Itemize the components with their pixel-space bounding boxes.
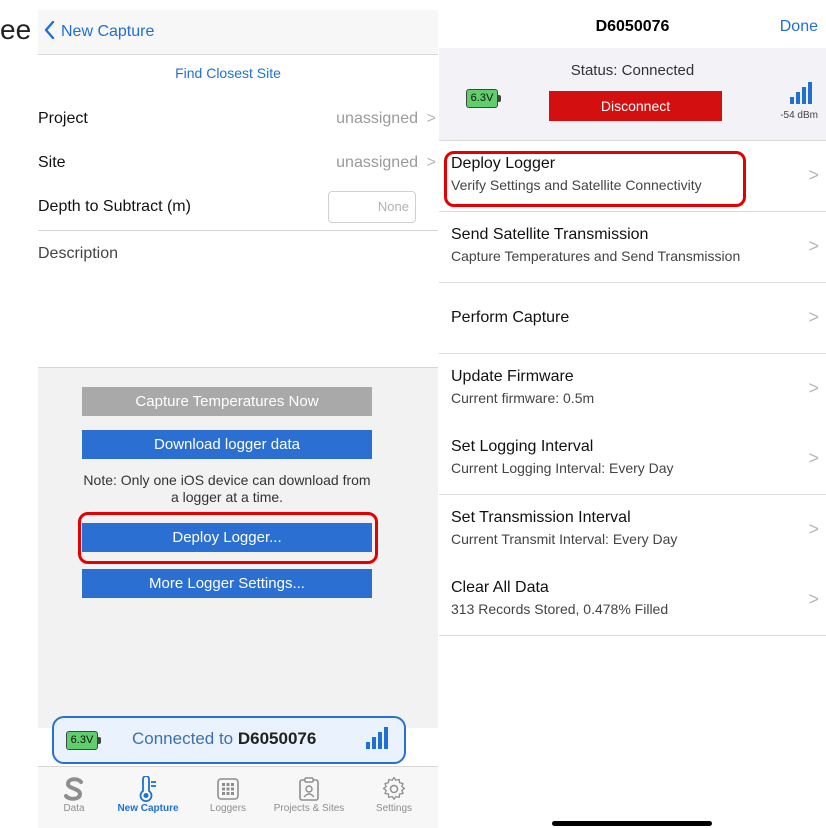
background-text-fragment: ee — [0, 14, 32, 45]
disconnect-button[interactable]: Disconnect — [549, 91, 722, 121]
menu-item-title: Set Logging Interval — [451, 438, 594, 455]
menu-item-subtitle: Current firmware: 0.5m — [451, 390, 595, 406]
loggers-grid-icon — [217, 778, 239, 800]
site-label: Site — [38, 154, 66, 171]
chevron-right-icon: > — [808, 589, 819, 609]
status-label: Status: Connected — [570, 62, 695, 79]
project-value: unassigned — [336, 110, 418, 127]
chevron-left-icon — [44, 20, 55, 40]
tab-loggers-label: Loggers — [209, 803, 247, 814]
menu-item-title: Send Satellite Transmission — [451, 226, 649, 243]
menu-item-title: Set Transmission Interval — [451, 509, 631, 526]
tab-new-capture-label: New Capture — [117, 803, 179, 814]
tab-settings[interactable]: Settings — [354, 775, 434, 814]
highlight-annotation — [444, 151, 746, 207]
device-title: D6050076 — [595, 18, 670, 35]
download-note: Note: Only one iOS device can download f… — [83, 472, 371, 505]
description-label: Description — [38, 245, 119, 262]
gear-icon — [382, 777, 406, 800]
tab-bar: Data New Capture Loggers Projects & Site… — [38, 766, 438, 828]
connection-banner[interactable]: 6.3V Connected to D6050076 — [52, 716, 406, 764]
find-closest-site-link[interactable]: Find Closest Site — [38, 65, 418, 81]
more-logger-settings-button[interactable]: More Logger Settings... — [82, 569, 372, 598]
project-label: Project — [38, 110, 88, 127]
depth-row: Depth to Subtract (m) None — [38, 186, 438, 231]
navigation-bar: New Capture — [38, 10, 438, 55]
depth-label: Depth to Subtract (m) — [38, 198, 191, 215]
tab-projects-sites[interactable]: Projects & Sites — [264, 775, 354, 814]
chevron-right-icon: > — [808, 236, 819, 256]
back-button-label: New Capture — [61, 23, 155, 40]
menu-item-set-transmission-interval[interactable]: Set Transmission Interval Current Transm… — [439, 495, 826, 566]
signal-strength-icon — [790, 82, 812, 104]
chevron-right-icon: > — [808, 378, 819, 398]
connected-device-id: D6050076 — [237, 729, 317, 748]
chevron-right-icon: > — [426, 110, 436, 127]
signal-dbm: -54 dBm — [780, 110, 818, 121]
back-button[interactable]: New Capture — [44, 20, 155, 41]
site-row[interactable]: Site unassigned > — [38, 142, 438, 187]
menu-item-title: Clear All Data — [451, 579, 549, 596]
tab-new-capture[interactable]: New Capture — [108, 775, 188, 814]
tab-projects-sites-label: Projects & Sites — [273, 803, 345, 814]
menu-item-subtitle: Current Transmit Interval: Every Day — [451, 531, 678, 547]
new-capture-screen: New Capture Find Closest Site Project un… — [38, 10, 438, 828]
menu-item-clear-all-data[interactable]: Clear All Data 313 Records Stored, 0.478… — [439, 565, 826, 636]
depth-input[interactable]: None — [328, 191, 416, 223]
capture-temperatures-button[interactable]: Capture Temperatures Now — [82, 387, 372, 416]
project-row[interactable]: Project unassigned > — [38, 98, 438, 143]
menu-item-subtitle: 313 Records Stored, 0.478% Filled — [451, 601, 669, 617]
chevron-right-icon: > — [426, 154, 436, 171]
menu-item-title: Perform Capture — [451, 309, 570, 326]
navigation-bar: D6050076 Done — [439, 0, 826, 44]
menu-item-send-satellite-transmission[interactable]: Send Satellite Transmission Capture Temp… — [439, 212, 826, 283]
highlight-annotation — [78, 512, 378, 564]
tab-data[interactable]: Data — [38, 775, 114, 814]
connection-status-text: Connected to D6050076 — [132, 729, 316, 749]
site-value: unassigned — [336, 154, 418, 171]
chevron-right-icon: > — [808, 307, 819, 327]
menu-item-set-logging-interval[interactable]: Set Logging Interval Current Logging Int… — [439, 424, 826, 495]
menu-item-update-firmware[interactable]: Update Firmware Current firmware: 0.5m > — [439, 354, 826, 425]
tab-data-label: Data — [63, 803, 85, 814]
thermometer-icon — [139, 776, 156, 802]
tab-loggers[interactable]: Loggers — [188, 775, 268, 814]
menu-item-perform-capture[interactable]: Perform Capture > — [439, 283, 826, 354]
chevron-right-icon: > — [808, 519, 819, 539]
download-logger-data-button[interactable]: Download logger data — [82, 430, 372, 459]
menu-item-title: Update Firmware — [451, 368, 574, 385]
tab-settings-label: Settings — [375, 803, 413, 814]
data-s-icon — [64, 777, 83, 801]
connection-prefix: Connected to — [132, 729, 234, 748]
done-button[interactable]: Done — [780, 18, 818, 36]
menu-item-subtitle: Capture Temperatures and Send Transmissi… — [451, 248, 741, 264]
chevron-right-icon: > — [808, 448, 819, 468]
projects-icon — [299, 777, 319, 801]
menu-item-subtitle: Current Logging Interval: Every Day — [451, 460, 674, 476]
logger-detail-screen: D6050076 Done Status: Connected 6.3V Dis… — [439, 0, 826, 828]
home-indicator — [552, 821, 712, 826]
battery-indicator: 6.3V — [66, 731, 101, 750]
status-panel: Status: Connected 6.3V Disconnect -54 dB… — [439, 48, 826, 141]
signal-strength-icon — [366, 727, 388, 749]
battery-indicator: 6.3V — [466, 89, 501, 108]
chevron-right-icon: > — [808, 165, 819, 185]
